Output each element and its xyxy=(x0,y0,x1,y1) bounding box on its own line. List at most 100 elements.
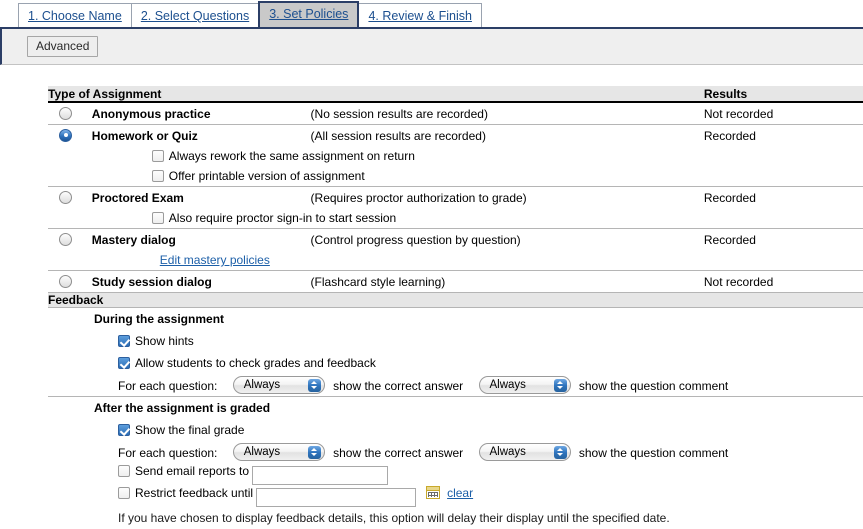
radio-proctored-exam[interactable] xyxy=(59,190,73,204)
table-row[interactable]: Mastery dialog (Control progress questio… xyxy=(48,229,863,251)
radio-mastery-dialog[interactable] xyxy=(59,232,73,246)
label-restrict-feedback: Restrict feedback until xyxy=(135,485,254,500)
results-mastery-dialog: Recorded xyxy=(703,232,756,247)
suboption-proctor-signin[interactable]: Also require proctor sign-in to start se… xyxy=(83,208,863,229)
label-show-final-grade: Show the final grade xyxy=(135,423,245,437)
table-row[interactable]: Homework or Quiz (All session results ar… xyxy=(48,125,863,147)
restrict-feedback-row[interactable]: Restrict feedback until clear xyxy=(48,485,863,507)
tab-select-questions[interactable]: 2. Select Questions xyxy=(130,3,260,27)
wizard-tab-bar: 1. Choose Name 2. Select Questions 3. Se… xyxy=(0,0,863,29)
suboption-row[interactable]: Also require proctor sign-in to start se… xyxy=(48,208,863,229)
tab-set-policies-label: 3. Set Policies xyxy=(269,7,349,21)
results-proctored-exam: Recorded xyxy=(703,190,756,205)
suboption-always-rework[interactable]: Always rework the same assignment on ret… xyxy=(84,146,863,166)
radio-cell-study-session-dialog[interactable] xyxy=(48,270,84,293)
policy-content: Type of Assignment Results Anonymous pra… xyxy=(0,65,863,529)
tab-set-policies[interactable]: 3. Set Policies xyxy=(258,1,360,27)
advanced-button[interactable]: Advanced xyxy=(27,36,99,57)
checkbox-show-hints[interactable] xyxy=(118,335,130,347)
send-email-reports-row[interactable]: Send email reports to xyxy=(48,463,863,485)
after-graded-title: After the assignment is graded xyxy=(94,401,271,415)
select-after-question-comment-value: Always xyxy=(489,446,526,458)
chevron-updown-icon xyxy=(307,445,321,459)
checkbox-show-final-grade[interactable] xyxy=(118,424,130,436)
radio-cell-mastery-dialog[interactable] xyxy=(48,229,84,251)
table-row[interactable]: Anonymous practice (No session results a… xyxy=(48,102,863,125)
mastery-link-cell[interactable]: Edit mastery policies xyxy=(83,250,863,271)
desc-homework-or-quiz: (All session results are recorded) xyxy=(310,128,486,143)
radio-cell-proctored-exam[interactable] xyxy=(48,187,84,209)
label-show-hints: Show hints xyxy=(135,334,194,348)
select-during-correct-answer-value: Always xyxy=(243,379,281,391)
restrict-feedback-note-row: If you have chosen to display feedback d… xyxy=(48,507,863,529)
checkbox-allow-check-grades[interactable] xyxy=(118,357,130,369)
restrict-feedback-note: If you have chosen to display feedback d… xyxy=(118,511,670,525)
tab-select-questions-label: 2. Select Questions xyxy=(140,9,250,23)
clear-date-link[interactable]: clear xyxy=(447,486,473,500)
radio-anonymous-practice[interactable] xyxy=(59,106,73,120)
tab-review-finish[interactable]: 4. Review & Finish xyxy=(358,3,482,27)
label-send-email-reports: Send email reports to xyxy=(135,463,250,478)
label-study-session-dialog: Study session dialog xyxy=(83,270,311,293)
calendar-icon[interactable] xyxy=(425,485,440,499)
restrict-feedback-date-input[interactable] xyxy=(256,487,417,507)
table-row[interactable]: Study session dialog (Flashcard style le… xyxy=(48,270,863,293)
label-allow-check-grades: Allow students to check grades and feedb… xyxy=(135,356,376,370)
chevron-updown-icon xyxy=(553,378,567,392)
desc-mastery-dialog: (Control progress question by question) xyxy=(310,232,521,247)
after-for-each-question-label: For each question: xyxy=(118,446,218,460)
allow-check-grades-cell[interactable]: Allow students to check grades and feedb… xyxy=(48,352,863,374)
restrict-feedback-cell[interactable]: Restrict feedback until clear xyxy=(48,485,863,507)
label-anonymous-practice: Anonymous practice xyxy=(83,102,311,125)
feedback-section-header: Feedback xyxy=(48,292,863,308)
select-after-question-comment[interactable]: Always xyxy=(478,443,571,461)
select-after-correct-answer-value: Always xyxy=(243,446,281,458)
edit-mastery-policies-link[interactable]: Edit mastery policies xyxy=(160,253,270,267)
after-graded-group: After the assignment is graded xyxy=(48,397,863,420)
desc-anonymous-practice: (No session results are recorded) xyxy=(310,102,698,125)
show-hints-cell[interactable]: Show hints xyxy=(48,330,863,352)
checkbox-send-email-reports[interactable] xyxy=(118,464,130,477)
tab-choose-name[interactable]: 1. Choose Name xyxy=(18,3,132,27)
label-mastery-dialog: Mastery dialog xyxy=(91,232,176,247)
checkbox-proctor-signin[interactable] xyxy=(151,212,164,224)
table-header-row: Type of Assignment Results xyxy=(48,86,863,103)
label-offer-printable: Offer printable version of assignment xyxy=(168,169,365,183)
radio-cell-anonymous-practice[interactable] xyxy=(48,102,84,125)
radio-study-session-dialog[interactable] xyxy=(59,274,73,288)
checkbox-restrict-feedback[interactable] xyxy=(118,486,130,499)
email-reports-input[interactable] xyxy=(252,465,389,485)
during-question-comment-text: show the question comment xyxy=(578,379,729,393)
show-hints-row[interactable]: Show hints xyxy=(48,330,863,352)
during-assignment-title: During the assignment xyxy=(94,312,225,326)
during-for-each-question-cell: For each question: Always show the corre… xyxy=(48,374,863,397)
after-question-comment-text: show the question comment xyxy=(578,446,729,460)
header-type-of-assignment: Type of Assignment xyxy=(48,86,698,103)
during-for-each-question-label: For each question: xyxy=(118,379,218,393)
allow-check-grades-row[interactable]: Allow students to check grades and feedb… xyxy=(48,352,863,374)
checkbox-offer-printable[interactable] xyxy=(151,170,164,182)
results-study-session-dialog: Not recorded xyxy=(697,270,863,293)
send-email-reports-cell[interactable]: Send email reports to xyxy=(48,463,863,485)
select-during-question-comment[interactable]: Always xyxy=(478,376,571,394)
suboption-row[interactable]: Offer printable version of assignment xyxy=(48,166,863,187)
select-during-question-comment-value: Always xyxy=(489,379,526,391)
table-row[interactable]: Proctored Exam (Requires proctor authori… xyxy=(48,187,863,209)
toolbar: Advanced xyxy=(0,29,863,65)
radio-cell-homework-or-quiz[interactable] xyxy=(48,125,84,147)
checkbox-always-rework[interactable] xyxy=(151,150,164,162)
assignment-type-table: Type of Assignment Results Anonymous pra… xyxy=(48,86,863,529)
radio-homework-or-quiz[interactable] xyxy=(59,128,73,142)
suboption-offer-printable[interactable]: Offer printable version of assignment xyxy=(83,166,863,187)
during-for-each-question-row: For each question: Always show the corre… xyxy=(48,374,863,397)
results-homework-or-quiz: Recorded xyxy=(703,128,756,143)
suboption-row[interactable]: Always rework the same assignment on ret… xyxy=(48,146,863,166)
show-final-grade-cell[interactable]: Show the final grade xyxy=(48,419,863,441)
select-after-correct-answer[interactable]: Always xyxy=(232,443,325,461)
select-during-correct-answer[interactable]: Always xyxy=(232,376,325,394)
desc-study-session-dialog: (Flashcard style learning) xyxy=(310,270,698,293)
mastery-link-row[interactable]: Edit mastery policies xyxy=(48,250,863,271)
show-final-grade-row[interactable]: Show the final grade xyxy=(48,419,863,441)
chevron-updown-icon xyxy=(553,445,567,459)
header-results: Results xyxy=(697,86,863,103)
